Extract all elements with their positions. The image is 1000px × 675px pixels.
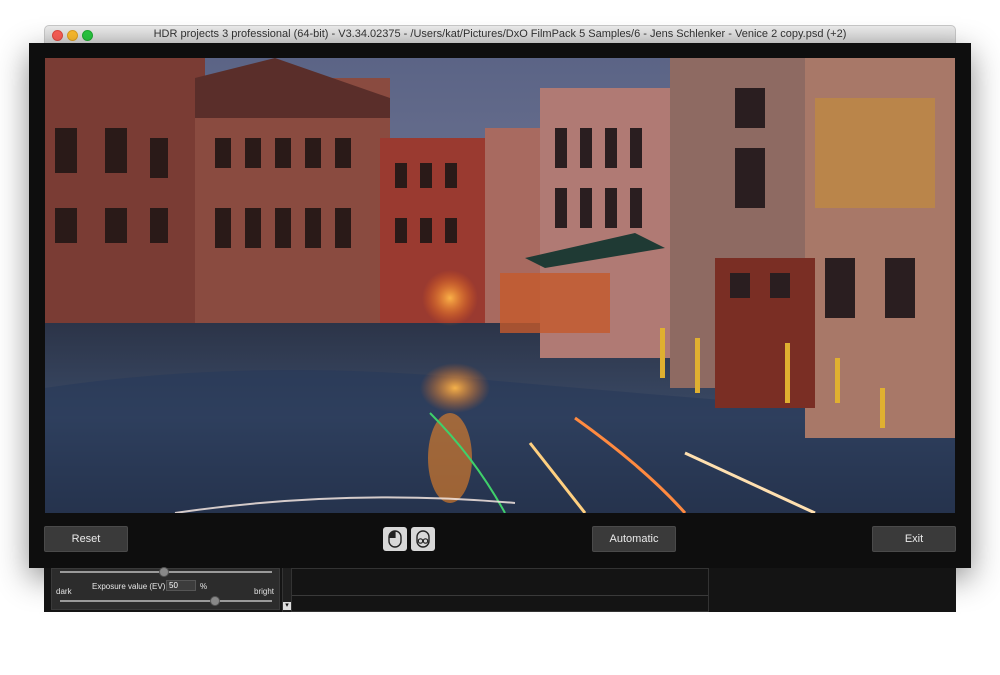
panel-splitter[interactable]: ▾ <box>282 568 291 612</box>
mouse-link-icon <box>416 530 430 548</box>
mouse-left-icon <box>388 530 402 548</box>
link-view-button[interactable] <box>411 527 435 551</box>
lower-slider-knob[interactable] <box>210 596 220 606</box>
histogram-panel <box>291 568 709 612</box>
venice-canal-photo <box>45 58 955 513</box>
hdr-preview-image <box>45 58 955 513</box>
exit-button[interactable]: Exit <box>872 526 956 552</box>
lower-slider-track[interactable] <box>60 600 272 602</box>
exposure-slider-panel: dark Exposure value (EV) % bright <box>51 567 280 610</box>
reset-button[interactable]: Reset <box>44 526 128 552</box>
window-titlebar: HDR projects 3 professional (64-bit) - V… <box>44 25 956 43</box>
dark-label: dark <box>56 587 72 596</box>
compare-view-button[interactable] <box>383 527 407 551</box>
automatic-button[interactable]: Automatic <box>592 526 676 552</box>
exposure-label: Exposure value (EV) <box>92 582 166 591</box>
bright-label: bright <box>254 587 275 596</box>
exposure-value-input[interactable] <box>166 580 196 591</box>
upper-slider-knob[interactable] <box>159 567 169 577</box>
expand-arrow-icon[interactable]: ▾ <box>283 602 291 610</box>
window-title: HDR projects 3 professional (64-bit) - V… <box>153 28 847 40</box>
exposure-unit: % <box>200 582 208 591</box>
